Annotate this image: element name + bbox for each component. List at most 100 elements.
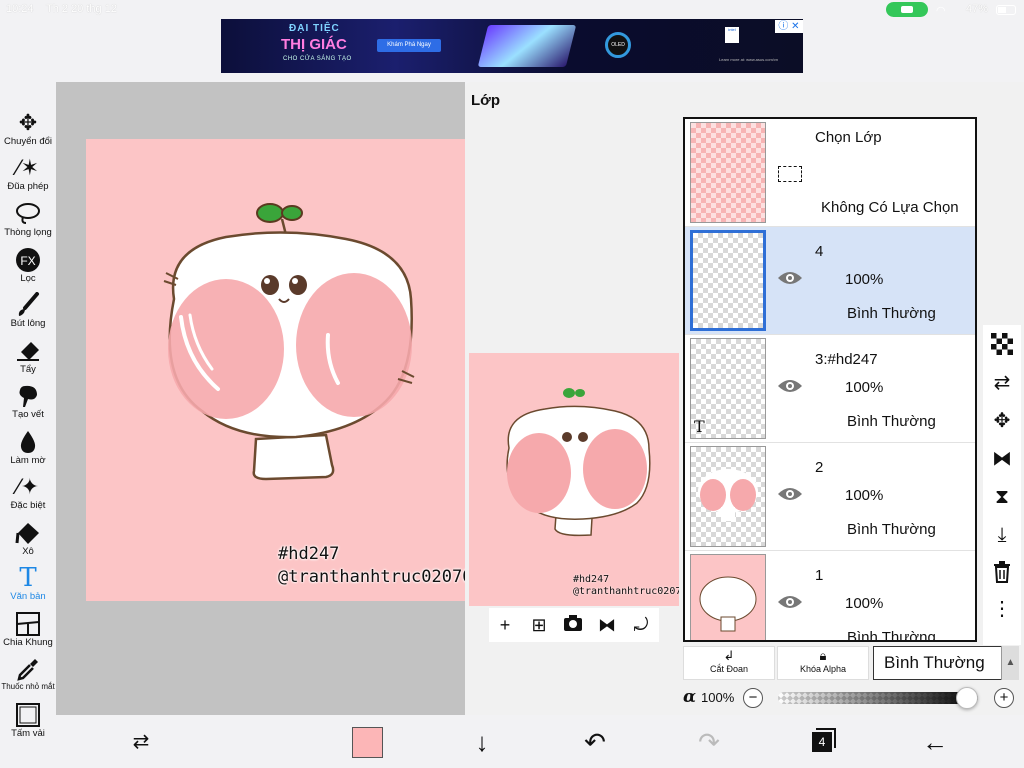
opacity-value: 100% (701, 690, 735, 705)
ad-banner[interactable]: ĐẠI TIỆC THỊ GIÁC CHO CỬA SÁNG TẠO Khám … (221, 19, 803, 73)
delete-layer-icon[interactable] (990, 561, 1014, 585)
layer-preview[interactable]: #hd247 @tranthanhtruc020709 (469, 353, 679, 606)
tool-transform[interactable]: ✥ Chuyển đổi (0, 110, 56, 154)
alpha-symbol: α (683, 687, 697, 707)
tool-smudge[interactable]: Tạo vết (0, 383, 56, 427)
increase-opacity-button[interactable]: + (994, 688, 1014, 708)
layer-actions-bar: + ⊞ ⧓ ⤾ (489, 608, 659, 642)
fx-glyph: FX (20, 254, 35, 268)
opacity-slider[interactable] (778, 687, 978, 709)
special-icon: ⁄✦ (16, 474, 40, 499)
alpha-lock-button[interactable]: 🔒︎ Khóa Alpha (777, 646, 869, 680)
chevron-up-icon[interactable]: ▲ (1001, 646, 1019, 680)
tool-sidebar: ✥ Chuyển đổi ⁄✶ Đũa phép Thòng lọng FX L… (0, 82, 56, 768)
checkerboard-icon[interactable] (990, 333, 1014, 357)
text-layer-icon: T (694, 417, 705, 436)
camera-import-icon[interactable] (562, 614, 584, 636)
camera-icon (901, 6, 913, 13)
merge-down-icon[interactable]: ⤓ (990, 523, 1014, 547)
alpha-lock-label: Khóa Alpha (799, 664, 847, 674)
ad-cta-button[interactable]: Khám Phá Ngay (377, 39, 441, 52)
layer-row[interactable]: 1 100% Bình Thường (685, 551, 975, 640)
eye-visibility-icon[interactable] (777, 593, 803, 611)
layers-panel: Lớp #hd247 @tranthanhtruc020709 + ⊞ ⧓ (465, 82, 1024, 715)
layer-row[interactable]: 2 100% Bình Thường (685, 443, 975, 551)
blend-mode-select[interactable]: Bình Thường (873, 646, 1019, 680)
rotate-layer-icon[interactable]: ⤾ (630, 614, 652, 636)
layer-opacity: 100% (845, 487, 884, 504)
character-illustration (163, 203, 415, 481)
eye-visibility-icon[interactable] (777, 377, 803, 395)
opacity-controls: α 100% − + (683, 685, 1023, 711)
tool-eyedropper[interactable]: Thuốc nhỏ mắt (0, 656, 56, 700)
layer-name: 4 (815, 243, 824, 260)
layers-panel-title: Lớp (471, 92, 500, 109)
layer-opacity: 100% (845, 379, 884, 396)
canvas-icon (0, 702, 56, 728)
tool-label: Tạo vết (12, 409, 44, 420)
selection-layer[interactable]: Chọn Lớp Không Có Lựa Chọn (685, 119, 975, 227)
color-swatch[interactable] (352, 727, 383, 758)
tool-brush[interactable]: Bút lông (0, 292, 56, 336)
eyedropper-icon (0, 656, 56, 682)
slider-thumb[interactable] (956, 687, 978, 709)
eye-visibility-icon[interactable] (777, 269, 803, 287)
flip-vertical-icon[interactable]: ⧗ (990, 485, 1014, 509)
bucket-icon (0, 520, 56, 546)
tool-blur[interactable]: Làm mờ (0, 429, 56, 473)
flip-horizontal-icon[interactable]: ⧓ (596, 614, 618, 636)
tool-filter[interactable]: FX Lọc (0, 247, 56, 291)
layer-opacity: 100% (845, 595, 884, 612)
layer-thumbnail (690, 446, 766, 547)
eye-visibility-icon[interactable] (777, 485, 803, 503)
ad-line3: CHO CỬA SÁNG TẠO (283, 56, 352, 62)
status-date: Th 2 20 thg 12 (46, 3, 117, 15)
ad-intel-logo: intel (725, 27, 739, 43)
tool-label: Xô (22, 546, 34, 557)
more-options-icon[interactable]: ⋮ (990, 597, 1014, 621)
lock-icon: 🔒︎ (819, 648, 827, 663)
ad-close-button[interactable]: ⓘ ✕ (775, 20, 803, 33)
flip-layer-icon[interactable]: ⧓ (990, 447, 1014, 471)
transform-layer-icon[interactable]: ⇄ (990, 371, 1014, 395)
eraser-icon (0, 338, 56, 364)
tool-frame-divider[interactable]: Chia Khung (0, 611, 56, 655)
back-arrow-icon[interactable]: ← (918, 725, 952, 759)
tool-bucket[interactable]: Xô (0, 520, 56, 564)
battery-percent: 47% (966, 3, 989, 15)
layer-row[interactable]: T 3:#hd247 100% Bình Thường (685, 335, 975, 443)
layer-name: 1 (815, 567, 824, 584)
duplicate-layer-icon[interactable]: ⊞ (528, 614, 550, 636)
tool-label: Đặc biệt (10, 500, 46, 511)
ad-line2: THỊ GIÁC (281, 36, 347, 53)
undo-icon[interactable]: ↶ (578, 725, 612, 759)
tool-text[interactable]: T Văn bản (0, 565, 56, 609)
tool-canvas[interactable]: Tấm vải (0, 702, 56, 746)
artboard[interactable]: #hd247 @tranthanhtruc020709 (86, 139, 483, 601)
down-arrow-icon[interactable]: ↓ (465, 725, 499, 759)
tool-magic-wand[interactable]: ⁄✶ Đũa phép (0, 155, 56, 199)
blend-controls: ↲ Cắt Đoan 🔒︎ Khóa Alpha Bình Thường ▲ (683, 646, 1023, 682)
ad-fine-print: Learn more at: www.asus.com/vn (719, 57, 779, 62)
layer-blend-mode: Bình Thường (847, 413, 936, 430)
tool-eraser[interactable]: Tẩy (0, 338, 56, 382)
quick-actions-icon[interactable]: ⇄ (124, 725, 158, 759)
layer-row[interactable]: 4 100% Bình Thường (685, 227, 975, 335)
lasso-icon (0, 201, 56, 227)
move-layer-icon[interactable]: ✥ (990, 409, 1014, 433)
clipping-button[interactable]: ↲ Cắt Đoan (683, 646, 775, 680)
tool-label: Thòng lọng (4, 227, 52, 238)
layer-thumbnail: T (690, 338, 766, 439)
layer-list: Chọn Lớp Không Có Lựa Chọn 4 100% Bình T… (683, 117, 977, 642)
decrease-opacity-button[interactable]: − (743, 688, 763, 708)
smudge-icon (0, 383, 56, 409)
add-layer-icon[interactable]: + (494, 614, 516, 636)
redo-icon[interactable]: ↷ (692, 725, 726, 759)
canvas-area[interactable]: #hd247 @tranthanhtruc020709 (56, 82, 483, 715)
layer-side-tools: ⇄ ✥ ⧓ ⧗ ⤓ ⋮ (983, 325, 1021, 645)
tool-special[interactable]: ⁄✦ Đặc biệt (0, 474, 56, 518)
layer-name: 3:#hd247 (815, 351, 878, 368)
tool-label: Đũa phép (7, 181, 49, 192)
layers-count-button[interactable]: 4 (812, 732, 832, 752)
tool-lasso[interactable]: Thòng lọng (0, 201, 56, 245)
